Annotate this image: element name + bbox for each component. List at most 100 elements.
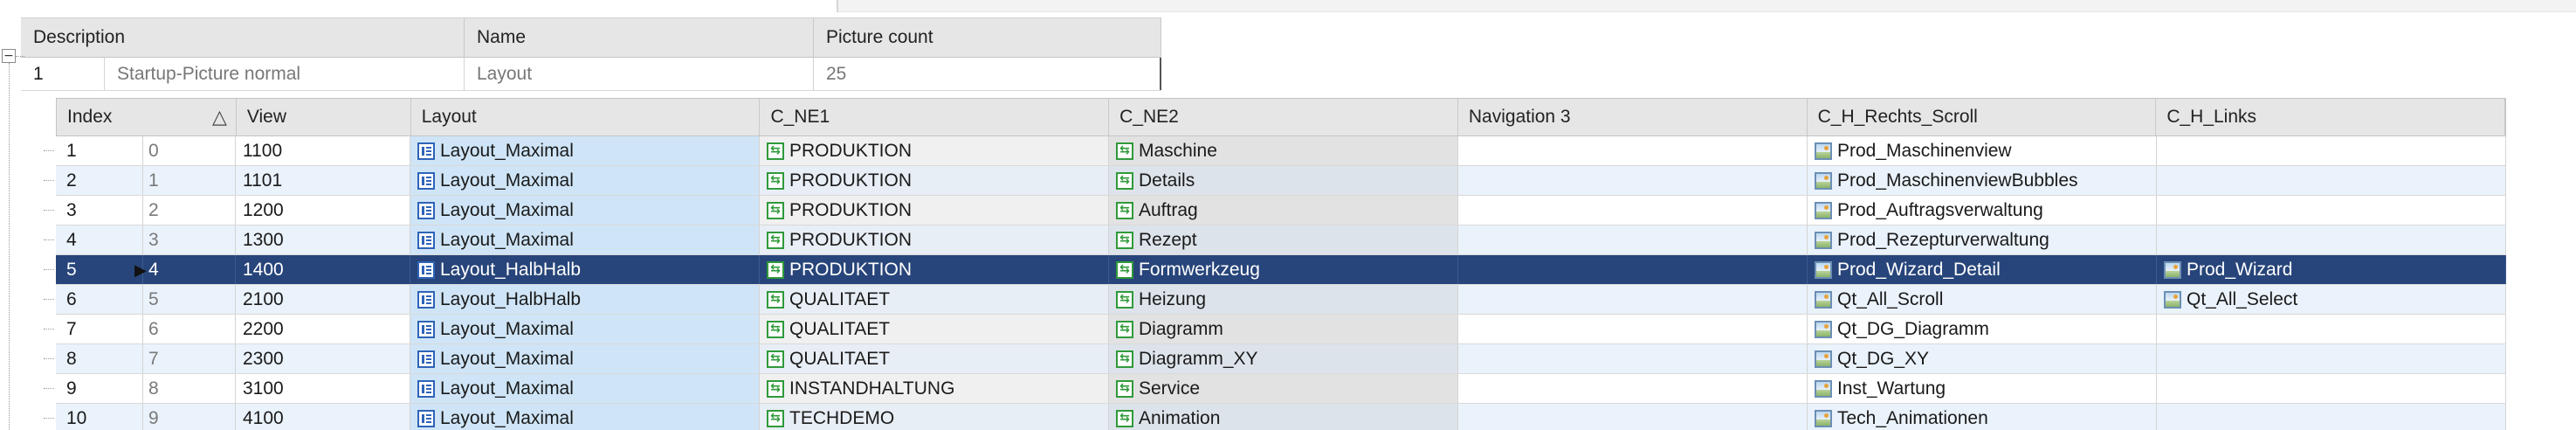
master-col-name[interactable]: Name — [465, 18, 814, 57]
cell-navigation-3[interactable] — [1458, 344, 1808, 373]
cell-c-h-links[interactable] — [2157, 225, 2506, 254]
cell-layout[interactable]: Layout_Maximal — [410, 404, 760, 430]
cell-navigation-3[interactable] — [1458, 166, 1808, 195]
cell-key[interactable]: 2 — [143, 196, 236, 225]
cell-layout[interactable]: Layout_Maximal — [410, 225, 760, 254]
cell-c-h-links[interactable] — [2157, 315, 2506, 343]
cell-c-ne2[interactable]: ⇆ Service — [1109, 374, 1458, 403]
cell-c-h-rechts-scroll[interactable]: Prod_Maschinenview — [1808, 136, 2157, 165]
master-col-picture-count[interactable]: Picture count — [814, 18, 1161, 57]
cell-c-ne1[interactable]: ⇆ TECHDEMO — [760, 404, 1109, 430]
cell-c-h-links[interactable]: Qt_All_Select — [2157, 285, 2506, 314]
cell-c-ne2[interactable]: ⇆ Diagramm — [1109, 315, 1458, 343]
cell-key[interactable]: 5 — [143, 285, 236, 314]
cell-key[interactable]: 3 — [143, 225, 236, 254]
cell-view[interactable]: 1200 — [236, 196, 410, 225]
cell-c-ne2[interactable]: ⇆ Heizung — [1109, 285, 1458, 314]
cell-layout[interactable]: Layout_Maximal — [410, 315, 760, 343]
cell-c-h-rechts-scroll[interactable]: Prod_Rezepturverwaltung — [1808, 225, 2157, 254]
cell-key[interactable]: 0 — [143, 136, 236, 165]
cell-c-ne2[interactable]: ⇆ Auftrag — [1109, 196, 1458, 225]
master-row-description[interactable]: Startup-Picture normal — [105, 58, 465, 90]
table-row[interactable]: 2 1 1101 Layout_Maximal ⇆ PRODUKTION ⇆ Det… — [44, 166, 2506, 196]
col-c-h-rechts-scroll[interactable]: C_H_Rechts_Scroll — [1808, 99, 2157, 135]
cell-navigation-3[interactable] — [1458, 285, 1808, 314]
cell-key[interactable]: 1 — [143, 166, 236, 195]
cell-c-h-links[interactable] — [2157, 196, 2506, 225]
cell-c-h-links[interactable]: Prod_Wizard — [2157, 255, 2506, 284]
cell-c-ne2[interactable]: ⇆ Rezept — [1109, 225, 1458, 254]
master-row-picture-count[interactable]: 25 — [814, 58, 1161, 90]
cell-c-h-rechts-scroll[interactable]: Qt_DG_XY — [1808, 344, 2157, 373]
table-row[interactable]: 5 4 ▶ 1400 Layout_HalbHalb ⇆ PRODUKTION ⇆ F… — [44, 255, 2506, 285]
cell-key[interactable]: 8 — [143, 374, 236, 403]
cell-c-ne1[interactable]: ⇆ QUALITAET — [760, 315, 1109, 343]
col-c-ne1[interactable]: C_NE1 — [760, 99, 1110, 135]
cell-key[interactable]: 9 — [143, 404, 236, 430]
cell-c-ne1[interactable]: ⇆ INSTANDHALTUNG — [760, 374, 1109, 403]
cell-key[interactable]: 7 — [143, 344, 236, 373]
cell-key[interactable]: 6 — [143, 315, 236, 343]
cell-c-ne1[interactable]: ⇆ PRODUKTION — [760, 196, 1109, 225]
cell-c-h-rechts-scroll[interactable]: Prod_Wizard_Detail — [1808, 255, 2157, 284]
col-navigation-3[interactable]: Navigation 3 — [1458, 99, 1808, 135]
cell-layout[interactable]: Layout_Maximal — [410, 136, 760, 165]
cell-layout[interactable]: Layout_Maximal — [410, 196, 760, 225]
master-row[interactable]: 1 Startup-Picture normal Layout 25 — [21, 58, 1161, 91]
table-row[interactable]: 1 0 1100 Layout_Maximal ⇆ PRODUKTION ⇆ Mas… — [44, 136, 2506, 166]
cell-c-h-links[interactable] — [2157, 166, 2506, 195]
cell-c-ne2[interactable]: ⇆ Diagramm_XY — [1109, 344, 1458, 373]
cell-c-h-links[interactable] — [2157, 136, 2506, 165]
cell-view[interactable]: 4100 — [236, 404, 410, 430]
cell-c-h-rechts-scroll[interactable]: Prod_MaschinenviewBubbles — [1808, 166, 2157, 195]
sort-ascending-icon[interactable]: △ — [212, 107, 227, 128]
cell-c-ne2[interactable]: ⇆ Animation — [1109, 404, 1458, 430]
collapse-expander-icon[interactable]: − — [2, 49, 16, 63]
cell-c-h-rechts-scroll[interactable]: Inst_Wartung — [1808, 374, 2157, 403]
cell-view[interactable]: 3100 — [236, 374, 410, 403]
cell-c-h-rechts-scroll[interactable]: Qt_All_Scroll — [1808, 285, 2157, 314]
cell-c-h-links[interactable] — [2157, 404, 2506, 430]
cell-view[interactable]: 1400 — [236, 255, 410, 284]
cell-navigation-3[interactable] — [1458, 255, 1808, 284]
cell-navigation-3[interactable] — [1458, 225, 1808, 254]
master-row-name[interactable]: Layout — [465, 58, 814, 90]
cell-c-ne1[interactable]: ⇆ PRODUKTION — [760, 255, 1109, 284]
cell-c-ne2[interactable]: ⇆ Maschine — [1109, 136, 1458, 165]
cell-c-ne1[interactable]: ⇆ PRODUKTION — [760, 166, 1109, 195]
cell-navigation-3[interactable] — [1458, 136, 1808, 165]
cell-view[interactable]: 2100 — [236, 285, 410, 314]
col-layout[interactable]: Layout — [411, 99, 761, 135]
cell-c-ne1[interactable]: ⇆ PRODUKTION — [760, 136, 1109, 165]
table-row[interactable]: 9 8 3100 Layout_Maximal ⇆ INSTANDHALTUNG … — [44, 374, 2506, 404]
cell-layout[interactable]: Layout_HalbHalb — [410, 255, 760, 284]
cell-c-h-rechts-scroll[interactable]: Prod_Auftragsverwaltung — [1808, 196, 2157, 225]
table-row[interactable]: 8 7 2300 Layout_Maximal ⇆ QUALITAET ⇆ Diag… — [44, 344, 2506, 374]
col-c-ne2[interactable]: C_NE2 — [1109, 99, 1458, 135]
cell-navigation-3[interactable] — [1458, 374, 1808, 403]
cell-key[interactable]: 4 ▶ — [134, 255, 236, 284]
cell-layout[interactable]: Layout_HalbHalb — [410, 285, 760, 314]
cell-c-ne2[interactable]: ⇆ Formwerkzeug — [1109, 255, 1458, 284]
cell-c-h-rechts-scroll[interactable]: Qt_DG_Diagramm — [1808, 315, 2157, 343]
cell-view[interactable]: 1300 — [236, 225, 410, 254]
col-view[interactable]: View — [237, 99, 411, 135]
cell-c-ne2[interactable]: ⇆ Details — [1109, 166, 1458, 195]
col-index[interactable]: Index △ — [57, 99, 237, 135]
table-row[interactable]: 10 9 4100 Layout_Maximal ⇆ TECHDEMO ⇆ Anim… — [44, 404, 2506, 430]
table-row[interactable]: 6 5 2100 Layout_HalbHalb ⇆ QUALITAET ⇆ Hei… — [44, 285, 2506, 315]
cell-c-ne1[interactable]: ⇆ PRODUKTION — [760, 225, 1109, 254]
master-col-description[interactable]: Description — [21, 18, 465, 57]
cell-c-ne1[interactable]: ⇆ QUALITAET — [760, 285, 1109, 314]
cell-c-h-links[interactable] — [2157, 344, 2506, 373]
cell-layout[interactable]: Layout_Maximal — [410, 344, 760, 373]
cell-navigation-3[interactable] — [1458, 315, 1808, 343]
cell-layout[interactable]: Layout_Maximal — [410, 166, 760, 195]
cell-layout[interactable]: Layout_Maximal — [410, 374, 760, 403]
cell-view[interactable]: 1100 — [236, 136, 410, 165]
cell-view[interactable]: 2300 — [236, 344, 410, 373]
cell-c-h-links[interactable] — [2157, 374, 2506, 403]
cell-c-h-rechts-scroll[interactable]: Tech_Animationen — [1808, 404, 2157, 430]
col-c-h-links[interactable]: C_H_Links — [2156, 99, 2506, 135]
cell-view[interactable]: 1101 — [236, 166, 410, 195]
